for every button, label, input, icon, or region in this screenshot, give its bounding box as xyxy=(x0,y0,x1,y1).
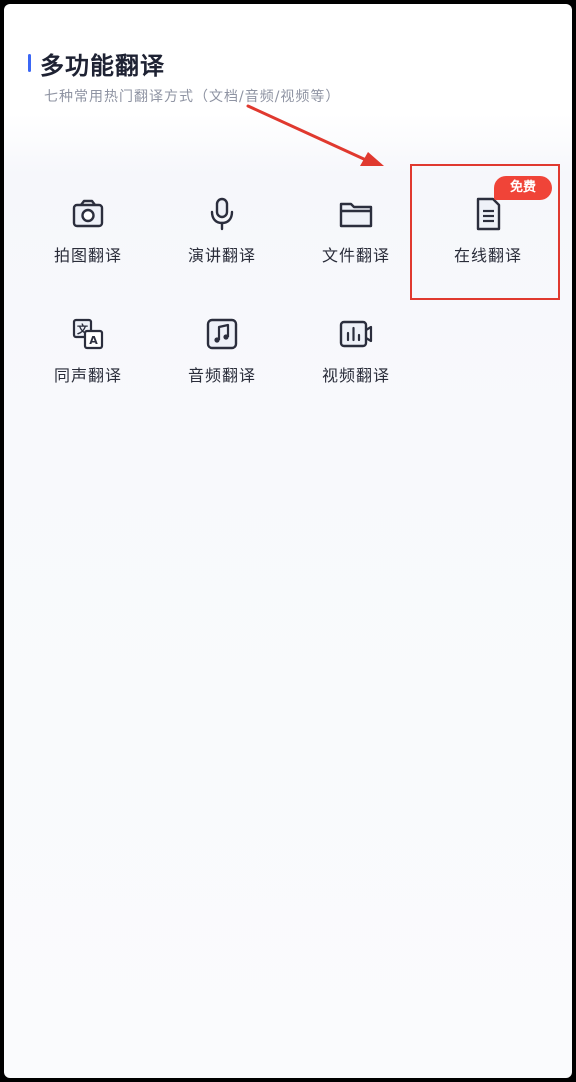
tool-label: 视频翻译 xyxy=(321,366,390,385)
tool-speech-translate[interactable]: 演讲翻译 xyxy=(162,170,282,280)
annotation-highlight-box xyxy=(410,164,560,300)
music-note-icon xyxy=(206,318,238,350)
tool-label: 文件翻译 xyxy=(321,246,390,265)
video-chart-icon xyxy=(339,320,373,348)
bilingual-translate-icon: 文 A xyxy=(72,318,104,350)
tool-label: 拍图翻译 xyxy=(53,246,122,265)
tool-label: 音频翻译 xyxy=(187,366,256,385)
tool-video-translate[interactable]: 视频翻译 xyxy=(296,290,416,400)
app-screen: 多功能翻译 七种常用热门翻译方式（文档/音频/视频等） 拍图翻译 演讲翻译 文件… xyxy=(4,4,572,1078)
tool-file-translate[interactable]: 文件翻译 xyxy=(296,170,416,280)
microphone-icon xyxy=(210,197,234,231)
section-subtitle: 七种常用热门翻译方式（文档/音频/视频等） xyxy=(44,89,341,105)
svg-text:A: A xyxy=(89,334,98,347)
title-accent-bar xyxy=(28,54,31,72)
folder-icon xyxy=(339,202,373,228)
tool-photo-translate[interactable]: 拍图翻译 xyxy=(28,170,148,280)
section-title: 多功能翻译 xyxy=(40,52,165,80)
tool-simultaneous-translate[interactable]: 文 A 同声翻译 xyxy=(28,290,148,400)
camera-icon xyxy=(72,199,104,228)
tool-audio-translate[interactable]: 音频翻译 xyxy=(162,290,282,400)
tool-label: 同声翻译 xyxy=(53,366,122,385)
tool-label: 演讲翻译 xyxy=(187,246,256,265)
